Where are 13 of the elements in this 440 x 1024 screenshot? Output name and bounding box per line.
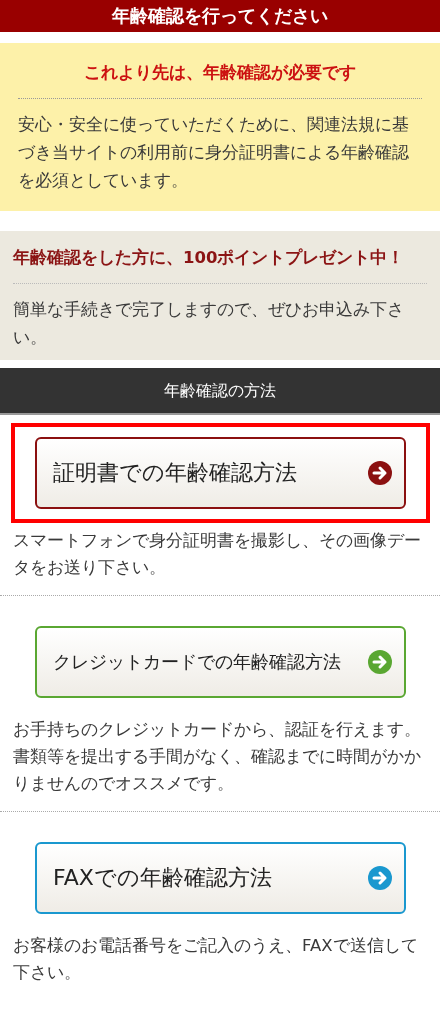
campaign-text: 簡単な手続きで完了しますので、ぜひお申込み下さい。 (13, 299, 405, 349)
section-title: 年齢確認の方法 (0, 368, 440, 415)
method-description: 書類等を提出する手間がなく、確認までに時間がかかりませんのでオススメです。 (13, 746, 422, 795)
campaign-title: 年齢確認をした方に、100ポイントプレゼント中！ (13, 247, 427, 284)
method-description: お手持ちのクレジットカードから、認証を行えます。 (13, 719, 422, 741)
method-button[interactable]: FAXでの年齢確認方法 (35, 842, 406, 914)
method-button[interactable]: クレジットカードでの年齢確認方法 (35, 626, 406, 698)
method-description: お客様のお電話番号をご記入のうえ、FAXで送信して下さい。 (13, 935, 419, 984)
page-title: 年齢確認を行ってください (0, 0, 440, 32)
notice-text: 安心・安全に使っていただくために、関連法規に基づき当サイトの利用前に身分証明書による年齢確認を必須としています。 (18, 114, 410, 192)
method-description: スマートフォンで身分証明書を撮影し、その画像データをお送り下さい。 (13, 530, 422, 579)
method-button[interactable]: 証明書での年齢確認方法 (35, 437, 406, 509)
notice-title: これより先は、年齢確認が必要です (18, 61, 422, 99)
